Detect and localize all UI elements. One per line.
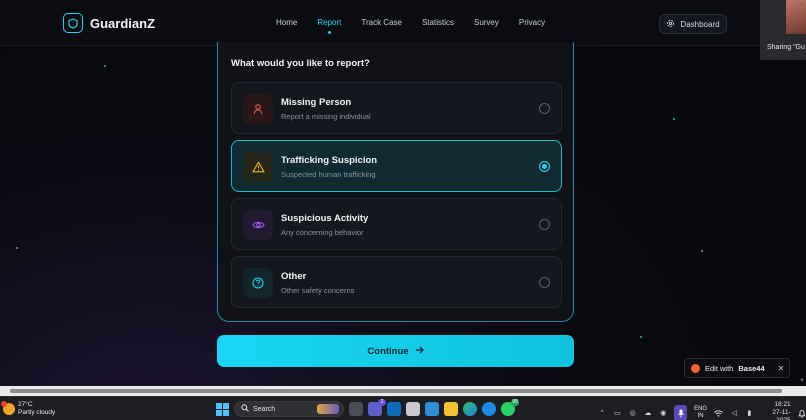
nav-track-case[interactable]: Track Case <box>361 18 402 27</box>
dashboard-label: Dashboard <box>680 19 720 29</box>
arrow-right-icon <box>415 346 424 357</box>
store-icon[interactable] <box>482 402 496 416</box>
edge-icon[interactable] <box>463 402 477 416</box>
calculator-icon[interactable] <box>425 402 439 416</box>
temperature: 27°C <box>18 401 33 408</box>
star-decoration <box>640 336 642 338</box>
mail-icon[interactable] <box>406 402 420 416</box>
nav-home[interactable]: Home <box>276 18 297 27</box>
shield-icon <box>63 13 83 33</box>
option-other[interactable]: Other Other safety concerns <box>231 256 562 308</box>
eye-icon <box>243 210 273 240</box>
taskbar-search[interactable]: Search <box>234 401 344 417</box>
teams-badge: 2 <box>378 399 386 406</box>
option-trafficking-suspicion[interactable]: Trafficking Suspicion Suspected human tr… <box>231 140 562 192</box>
radio-button[interactable] <box>539 103 550 114</box>
person-icon <box>243 94 273 124</box>
tray-sync-icon[interactable]: ◎ <box>629 409 637 418</box>
taskbar-apps: Search 2 99 <box>216 399 519 417</box>
task-view-icon[interactable] <box>349 402 363 416</box>
option-missing-person[interactable]: Missing Person Report a missing individu… <box>231 82 562 134</box>
system-tray: ⌃ ▭ ◎ ☁ ◉ ENGIN ◁ ▮ 18:2127-11-2025 <box>598 401 806 420</box>
main-nav: Home Report Track Case Statistics Survey… <box>276 18 545 34</box>
screen-share-overlay: Sharing "Gu <box>760 0 806 60</box>
search-placeholder: Search <box>253 405 276 413</box>
whatsapp-icon[interactable]: 99 <box>501 399 519 416</box>
clock-date: 27-11-2025 <box>772 409 791 420</box>
radio-button[interactable] <box>539 219 550 230</box>
outlook-icon[interactable] <box>387 402 401 416</box>
star-decoration <box>16 247 18 249</box>
warning-icon <box>243 152 273 182</box>
sharing-status: Sharing "Gu <box>767 44 805 51</box>
search-icon <box>241 404 249 414</box>
radio-button[interactable] <box>539 277 550 288</box>
page-background: GuardianZ Home Report Track Case Statist… <box>0 0 760 390</box>
scrollbar-thumb[interactable] <box>10 389 782 393</box>
tray-app-icon[interactable]: ▭ <box>613 409 621 418</box>
weather-widget[interactable]: 27°C Partly cloudy <box>1 401 56 417</box>
continue-button[interactable]: Continue <box>217 335 574 367</box>
alert-badge <box>1 401 7 407</box>
scroll-up-arrow-icon[interactable]: ▲ <box>798 2 806 8</box>
star-decoration <box>701 250 703 252</box>
option-subtitle: Any concerning behavior <box>281 228 364 237</box>
sun-icon <box>1 401 15 415</box>
chevron-up-icon[interactable]: ⌃ <box>598 409 606 418</box>
help-circle-icon <box>243 268 273 298</box>
option-title: Suspicious Activity <box>281 213 369 224</box>
option-title: Trafficking Suspicion <box>281 155 378 166</box>
report-type-card: What would you like to report? Missing P… <box>217 42 574 322</box>
search-highlight-icon <box>317 404 339 414</box>
nav-report[interactable]: Report <box>317 18 342 34</box>
report-question: What would you like to report? <box>231 58 370 69</box>
scroll-down-arrow-icon[interactable]: ▼ <box>798 378 806 384</box>
option-subtitle: Other safety concerns <box>281 286 355 295</box>
brand-logo[interactable]: GuardianZ <box>63 13 155 33</box>
language-indicator[interactable]: ENG IN <box>694 406 707 420</box>
clock-time: 18:21 <box>774 401 791 408</box>
windows-taskbar: 27°C Partly cloudy Search 2 99 ⌃ ▭ ◎ ☁ ◉ <box>0 396 806 420</box>
active-indicator <box>327 31 331 34</box>
battery-icon[interactable]: ▮ <box>745 409 753 418</box>
volume-icon[interactable]: ◁ <box>730 409 738 418</box>
option-title: Missing Person <box>281 97 352 108</box>
edit-prefix: Edit with <box>705 363 734 373</box>
option-suspicious-activity[interactable]: Suspicious Activity Any concerning behav… <box>231 198 562 250</box>
base44-logo-icon <box>691 363 700 373</box>
windows-start-icon[interactable] <box>216 402 229 416</box>
wifi-icon[interactable] <box>714 409 723 418</box>
option-subtitle: Report a missing individual <box>281 112 371 121</box>
edit-brand: Base44 <box>738 363 765 373</box>
tray-record-icon[interactable]: ◉ <box>659 409 667 418</box>
dashboard-button[interactable]: Dashboard <box>659 14 727 34</box>
region-code: IN <box>697 413 704 419</box>
option-title: Other <box>281 271 307 282</box>
edit-with-base44-badge[interactable]: Edit with Base44 ✕ <box>684 358 790 378</box>
continue-label: Continue <box>367 345 409 357</box>
file-explorer-icon[interactable] <box>444 402 458 416</box>
star-decoration <box>104 65 106 67</box>
lang-code: ENG <box>694 406 708 412</box>
radio-button-selected[interactable] <box>539 161 550 172</box>
close-icon[interactable]: ✕ <box>778 364 785 373</box>
gear-icon <box>666 19 675 30</box>
option-subtitle: Suspected human trafficking <box>281 170 376 179</box>
nav-report-label: Report <box>317 18 342 27</box>
nav-survey[interactable]: Survey <box>474 18 499 27</box>
system-clock[interactable]: 18:2127-11-2025 <box>761 401 791 420</box>
nav-statistics[interactable]: Statistics <box>422 18 454 27</box>
brand-name: GuardianZ <box>90 15 156 31</box>
nav-privacy[interactable]: Privacy <box>519 18 545 27</box>
tray-cloud-icon[interactable]: ☁ <box>644 409 652 418</box>
weather-condition: Partly cloudy <box>18 409 56 416</box>
microphone-icon[interactable] <box>674 405 688 420</box>
star-decoration <box>673 118 675 120</box>
top-navbar: GuardianZ Home Report Track Case Statist… <box>0 0 760 46</box>
notification-bell-icon[interactable] <box>798 409 806 418</box>
whatsapp-badge: 99 <box>511 399 519 406</box>
teams-icon[interactable]: 2 <box>368 399 386 416</box>
horizontal-scrollbar[interactable] <box>0 386 806 396</box>
